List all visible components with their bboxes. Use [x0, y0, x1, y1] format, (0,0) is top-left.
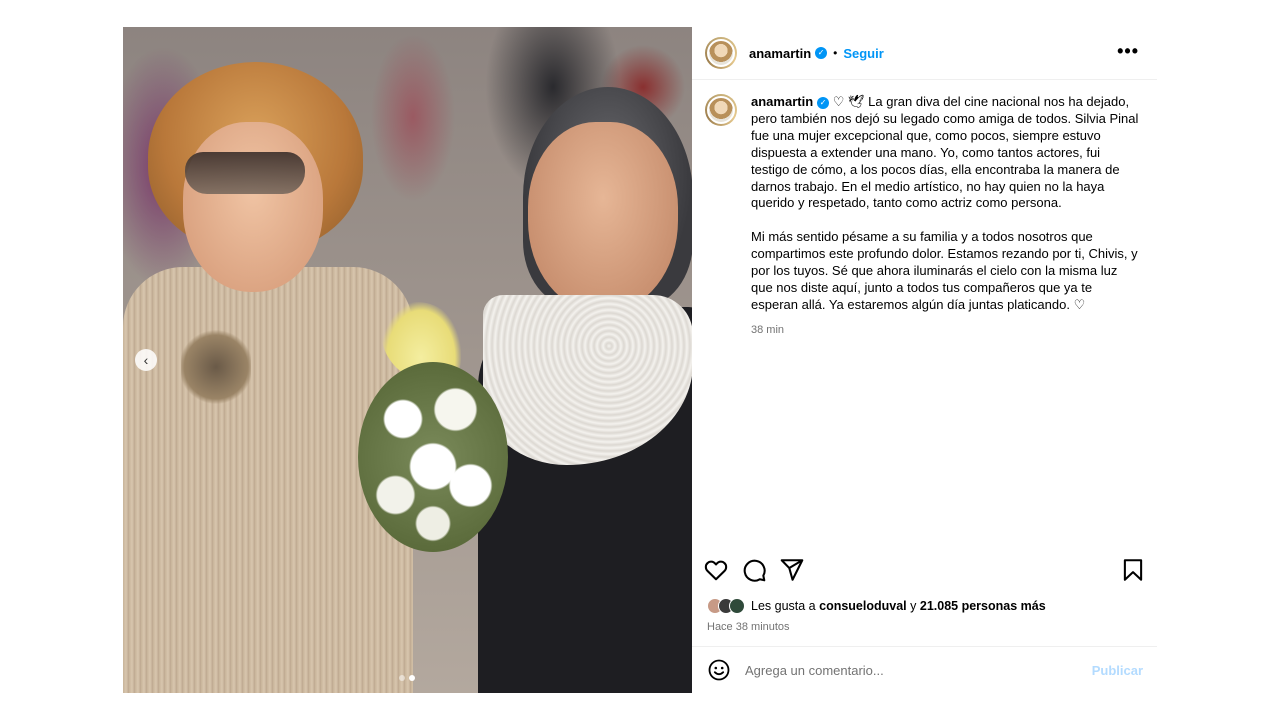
- comment-input[interactable]: [745, 662, 1065, 678]
- likes-count-link[interactable]: 21.085 personas más: [920, 599, 1046, 613]
- instagram-post: ‹ anamartin ✓ • Seguir ••• anamartin ✓ ♡ …: [123, 27, 1157, 693]
- follow-button[interactable]: Seguir: [843, 46, 883, 61]
- caption-avatar[interactable]: [705, 94, 737, 126]
- publish-button[interactable]: Publicar: [1092, 663, 1143, 678]
- avatar-image: [707, 96, 735, 124]
- post-header: anamartin ✓ • Seguir •••: [692, 27, 1157, 80]
- caption-username[interactable]: anamartin: [751, 94, 813, 109]
- photo-left-person-face: [183, 122, 323, 292]
- photo-bouquet: [358, 362, 508, 552]
- action-bar: [692, 557, 1157, 591]
- comment-box: Publicar: [692, 646, 1157, 693]
- caption-paragraph-1: ♡ 🕊 La gran diva del cine nacional nos h…: [751, 94, 1139, 211]
- verified-badge-icon: ✓: [817, 96, 830, 109]
- caption-body: anamartin ✓ ♡ 🕊 La gran diva del cine nac…: [751, 94, 1141, 339]
- smiley-icon[interactable]: [707, 658, 731, 682]
- likes-prefix: Les gusta a: [751, 599, 816, 613]
- liker-username[interactable]: consueloduval: [819, 599, 907, 613]
- paper-plane-icon[interactable]: [779, 557, 805, 583]
- header-username[interactable]: anamartin: [749, 46, 811, 61]
- liker-avatars: [707, 598, 745, 614]
- carousel-dots: [399, 675, 415, 681]
- separator-dot: •: [833, 46, 838, 60]
- likes-summary: Les gusta a consueloduval y 21.085 perso…: [707, 598, 1046, 614]
- photo-right-person-face: [528, 122, 678, 312]
- avatar-image: [707, 39, 735, 67]
- photo-necklace: [181, 327, 251, 407]
- heart-icon[interactable]: [703, 557, 729, 583]
- likes-conjunction: y: [910, 599, 917, 613]
- caption-paragraph-2: Mi más sentido pésame a su familia y a t…: [751, 229, 1138, 312]
- chevron-left-icon: ‹: [143, 352, 149, 368]
- liker-avatar[interactable]: [729, 598, 745, 614]
- carousel-prev-button[interactable]: ‹: [135, 349, 157, 371]
- post-sidebar: anamartin ✓ • Seguir ••• anamartin ✓ ♡ 🕊 …: [692, 27, 1157, 693]
- verified-badge-icon: ✓: [815, 47, 828, 59]
- carousel-dot-active[interactable]: [409, 675, 415, 681]
- more-options-icon[interactable]: •••: [1117, 41, 1139, 62]
- avatar[interactable]: [705, 37, 737, 69]
- caption-timestamp: 38 min: [751, 323, 785, 336]
- comment-bubble-icon[interactable]: [741, 557, 767, 583]
- carousel-dot[interactable]: [399, 675, 405, 681]
- posted-time: Hace 38 minutos: [707, 621, 790, 633]
- post-photo[interactable]: ‹: [123, 27, 692, 693]
- photo-sunglasses: [185, 152, 305, 194]
- post-caption: anamartin ✓ ♡ 🕊 La gran diva del cine nac…: [705, 94, 1145, 339]
- bookmark-icon[interactable]: [1120, 557, 1146, 583]
